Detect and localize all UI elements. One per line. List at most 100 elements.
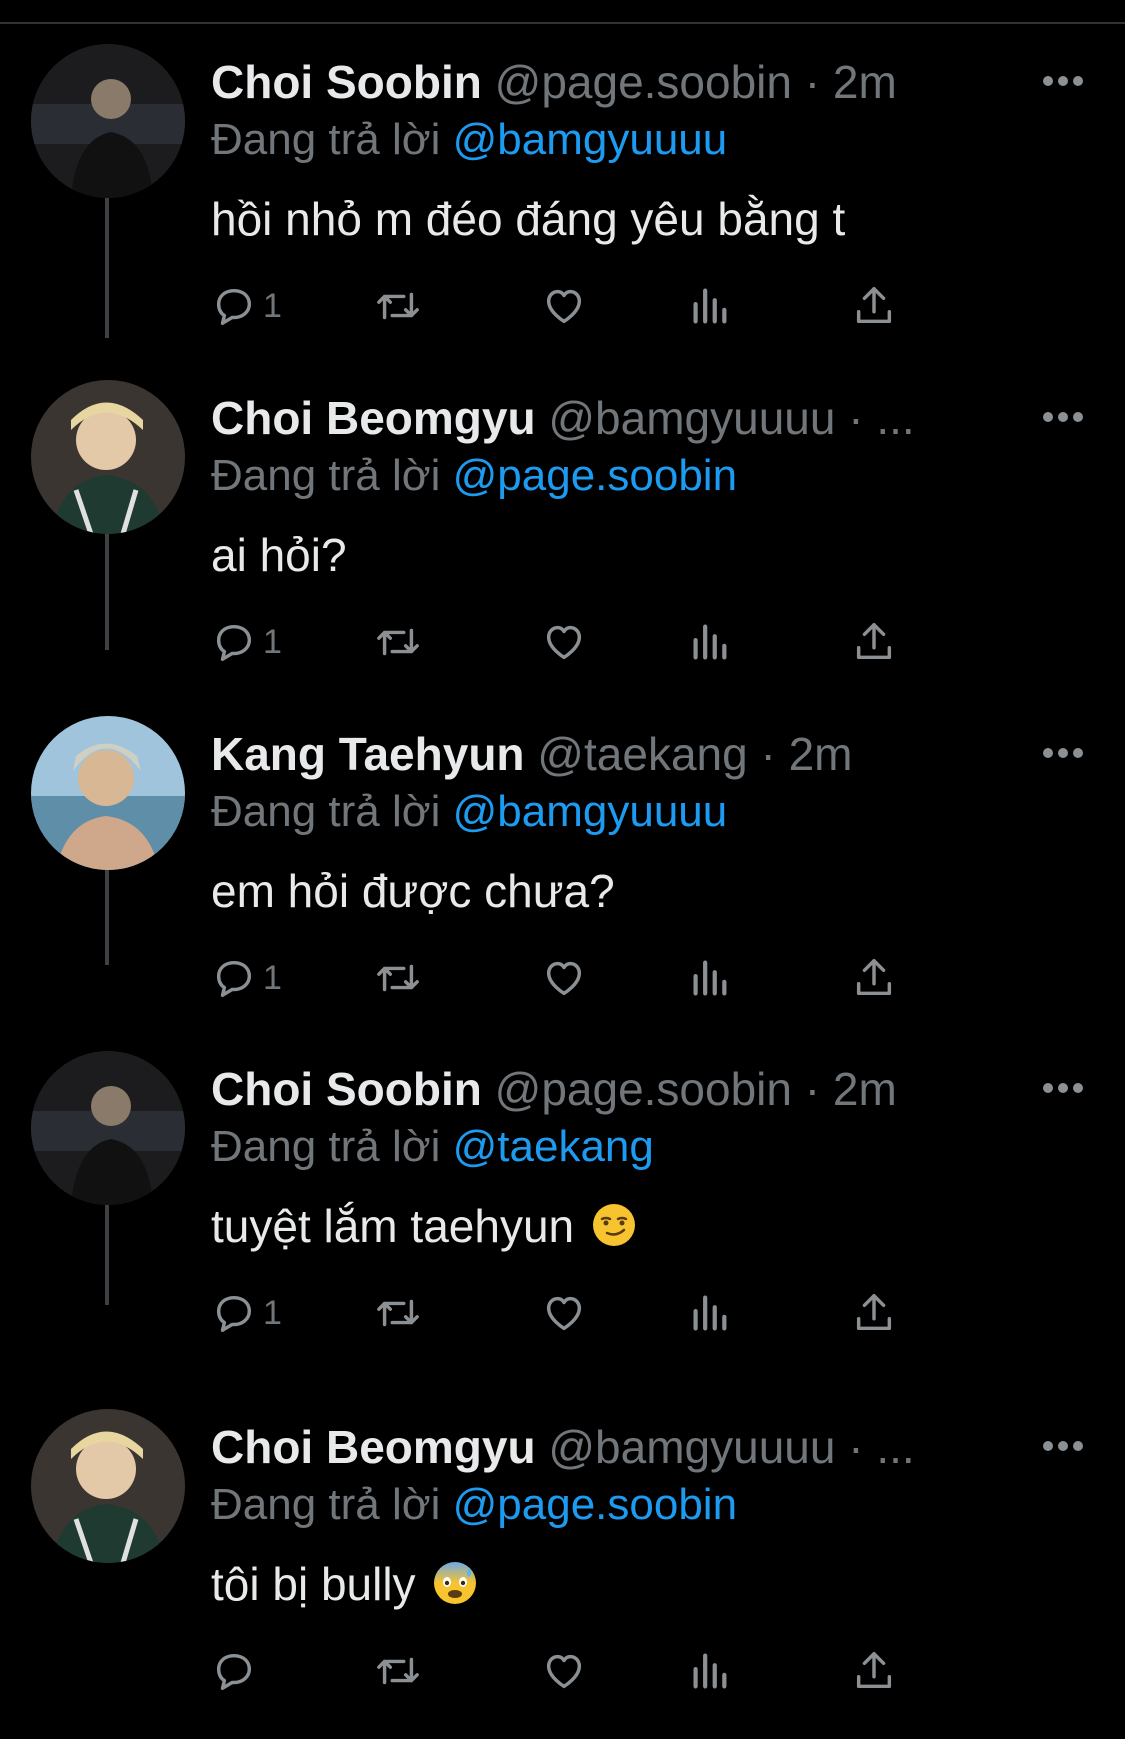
analytics-button[interactable] (689, 1283, 729, 1343)
more-horizontal-icon[interactable] (1040, 1431, 1086, 1461)
tweet-header: Choi Soobin @page.soobin · 2m (211, 1061, 1011, 1117)
anxious-face-with-sweat-emoji (432, 1560, 478, 1606)
tweet-text-content: ai hỏi? (211, 529, 347, 581)
timestamp[interactable]: 2m (833, 1063, 897, 1115)
analytics-icon (693, 960, 727, 996)
like-button[interactable] (541, 276, 587, 336)
share-button[interactable] (851, 276, 897, 336)
display-name[interactable]: Choi Beomgyu (211, 1421, 536, 1473)
replying-to-label: Đang trả lời (211, 787, 441, 836)
reply-icon (216, 960, 252, 997)
avatar[interactable] (31, 1051, 185, 1205)
share-button[interactable] (851, 948, 897, 1008)
retweet-icon (377, 628, 419, 656)
tweet[interactable]: Choi Soobin @page.soobin · 2m Đang trả l… (0, 1051, 1125, 1351)
reply-count: 1 (263, 958, 282, 997)
share-icon (856, 287, 892, 324)
like-button[interactable] (541, 1641, 587, 1701)
analytics-icon (693, 1295, 727, 1331)
avatar[interactable] (31, 716, 185, 870)
separator-dot: · (804, 56, 821, 108)
user-handle[interactable]: @page.soobin (495, 1063, 792, 1115)
reply-button[interactable]: 1 (211, 948, 282, 1008)
timestamp[interactable]: 2m (789, 728, 853, 780)
reply-mention-link[interactable]: @taekang (453, 1122, 654, 1171)
analytics-button[interactable] (689, 276, 729, 336)
tweet-header: Choi Soobin @page.soobin · 2m (211, 54, 1011, 110)
display-name[interactable]: Choi Beomgyu (211, 392, 536, 444)
top-divider (0, 22, 1125, 24)
like-button[interactable] (541, 612, 587, 672)
tweet[interactable]: Choi Beomgyu @bamgyuuuu · ... Đang trả l… (0, 380, 1125, 680)
share-icon (856, 623, 892, 660)
share-button[interactable] (851, 612, 897, 672)
more-horizontal-icon[interactable] (1040, 402, 1086, 432)
avatar[interactable] (31, 380, 185, 534)
tweet-text-content: tuyệt lắm taehyun (211, 1200, 575, 1252)
replying-to-label: Đang trả lời (211, 451, 441, 500)
reply-button[interactable]: 1 (211, 1283, 282, 1343)
tweet-header: Kang Taehyun @taekang · 2m (211, 726, 1011, 782)
analytics-icon (693, 1653, 727, 1689)
analytics-icon (693, 288, 727, 324)
reply-icon (216, 288, 252, 325)
share-button[interactable] (851, 1283, 897, 1343)
analytics-button[interactable] (689, 612, 729, 672)
display-name[interactable]: Choi Soobin (211, 1063, 482, 1115)
replying-to-label: Đang trả lời (211, 1480, 441, 1529)
display-name[interactable]: Choi Soobin (211, 56, 482, 108)
tweet-text-content: hồi nhỏ m đéo đáng yêu bằng t (211, 193, 846, 245)
like-button[interactable] (541, 1283, 587, 1343)
like-icon (546, 289, 582, 324)
timestamp[interactable]: 2m (833, 56, 897, 108)
timestamp[interactable]: ... (876, 392, 914, 444)
replying-to-label: Đang trả lời (211, 115, 441, 164)
retweet-button[interactable] (373, 1283, 423, 1343)
user-handle[interactable]: @page.soobin (495, 56, 792, 108)
avatar[interactable] (31, 44, 185, 198)
like-icon (546, 625, 582, 660)
tweet-actions: 1 (211, 1283, 1011, 1343)
reply-mention-link[interactable]: @page.soobin (453, 1480, 737, 1529)
reply-count: 1 (263, 622, 282, 661)
separator-dot: · (848, 392, 864, 444)
reply-icon (216, 1295, 252, 1332)
analytics-button[interactable] (689, 1641, 729, 1701)
like-button[interactable] (541, 948, 587, 1008)
retweet-button[interactable] (373, 276, 423, 336)
timestamp[interactable]: ... (876, 1421, 914, 1473)
more-horizontal-icon[interactable] (1040, 738, 1086, 768)
more-horizontal-icon[interactable] (1040, 66, 1086, 96)
reply-mention-link[interactable]: @page.soobin (453, 451, 737, 500)
share-icon (856, 1652, 892, 1689)
reply-button[interactable]: 1 (211, 276, 282, 336)
retweet-button[interactable] (373, 948, 423, 1008)
avatar[interactable] (31, 1409, 185, 1563)
reply-button[interactable] (211, 1641, 263, 1701)
user-handle[interactable]: @bamgyuuuu (548, 1421, 835, 1473)
display-name[interactable]: Kang Taehyun (211, 728, 525, 780)
tweet-text-content: em hỏi được chưa? (211, 865, 615, 917)
reply-mention-link[interactable]: @bamgyuuuu (453, 787, 728, 836)
tweet[interactable]: Choi Beomgyu @bamgyuuuu · ... Đang trả l… (0, 1409, 1125, 1709)
share-button[interactable] (851, 1641, 897, 1701)
replying-to-label: Đang trả lời (211, 1122, 441, 1171)
more-horizontal-icon[interactable] (1040, 1073, 1086, 1103)
tweet-header: Choi Beomgyu @bamgyuuuu · ... (211, 1419, 1011, 1475)
reply-icon (216, 624, 252, 661)
tweet[interactable]: Kang Taehyun @taekang · 2m Đang trả lời … (0, 716, 1125, 1016)
replying-to: Đang trả lời @taekang (211, 1119, 654, 1175)
user-handle[interactable]: @taekang (537, 728, 747, 780)
retweet-button[interactable] (373, 1641, 423, 1701)
replying-to: Đang trả lời @page.soobin (211, 1477, 737, 1533)
user-handle[interactable]: @bamgyuuuu (548, 392, 835, 444)
reply-button[interactable]: 1 (211, 612, 282, 672)
separator-dot: · (848, 1421, 864, 1473)
tweet[interactable]: Choi Soobin @page.soobin · 2m Đang trả l… (0, 44, 1125, 344)
separator-dot: · (804, 1063, 821, 1115)
reply-mention-link[interactable]: @bamgyuuuu (453, 115, 728, 164)
retweet-icon (377, 1657, 419, 1685)
analytics-button[interactable] (689, 948, 729, 1008)
replying-to: Đang trả lời @bamgyuuuu (211, 784, 727, 840)
retweet-button[interactable] (373, 612, 423, 672)
